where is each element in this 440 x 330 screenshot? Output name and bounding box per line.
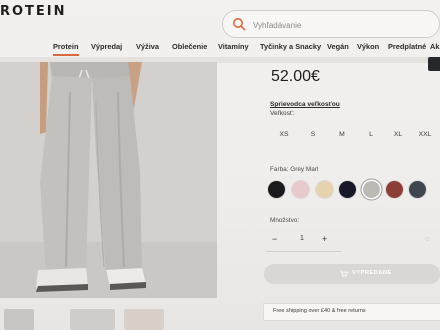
model-wearing-joggers-image [0, 62, 217, 298]
nav-item-bars-snacks[interactable]: Tyčinky a Snacky [260, 42, 321, 51]
size-option-xxl[interactable]: XXL [414, 128, 436, 142]
nav-item-sale[interactable]: Výpredaj [91, 42, 122, 51]
nav-item-protein[interactable]: Protein [53, 42, 78, 51]
swatch-rust[interactable] [386, 181, 403, 198]
quantity-decrease-button[interactable]: − [272, 233, 277, 245]
swatch-beige[interactable] [316, 181, 333, 198]
cart-icon [340, 270, 348, 278]
shipping-text: Free shipping over £40 & free returns [273, 308, 366, 314]
sold-out-button-label: VYPREDANÉ [352, 270, 392, 276]
color-label: Farba: Grey Marl [270, 166, 319, 173]
quantity-label: Množstvo: [270, 217, 300, 224]
swatch-black[interactable] [268, 181, 285, 198]
swatch-grey-marl[interactable] [363, 181, 380, 198]
thumbnail-2[interactable] [70, 309, 115, 330]
chat-widget[interactable] [428, 57, 440, 71]
nav-item-nutrition[interactable]: Výživa [136, 42, 159, 51]
nav-item-vitamins[interactable]: Vitamíny [218, 42, 249, 51]
thumbnail-1[interactable] [4, 309, 34, 330]
size-label: Veľkosť: [270, 110, 295, 117]
size-guide-link[interactable]: Sprievodca veľkosťou [270, 101, 340, 108]
search-input[interactable] [251, 15, 430, 35]
site-logo[interactable]: ROTEIN [0, 4, 67, 19]
sold-out-button[interactable]: VYPREDANÉ [264, 264, 440, 284]
nav-item-more[interactable]: Ak [430, 42, 439, 51]
search-bar[interactable] [222, 10, 440, 38]
thumbnail-3[interactable] [124, 309, 164, 330]
product-image[interactable] [0, 62, 217, 298]
swatch-pink[interactable] [292, 181, 309, 198]
nav-item-vegan[interactable]: Vegán [327, 42, 349, 51]
size-option-xs[interactable]: XS [273, 128, 295, 142]
size-option-m[interactable]: M [331, 128, 353, 142]
nav-item-clothing[interactable]: Oblečenie [172, 42, 207, 51]
nav-active-underline [53, 54, 79, 56]
size-option-l[interactable]: L [360, 128, 382, 142]
quantity-underline [266, 251, 341, 252]
size-option-xl[interactable]: XL [387, 128, 409, 142]
nav-item-performance[interactable]: Výkon [357, 42, 379, 51]
product-page: ROTEIN Protein Výpredaj Výživa Oblečenie… [0, 0, 440, 330]
quantity-increase-button[interactable]: + [322, 233, 327, 245]
product-price: 52.00€ [271, 68, 320, 85]
nav-item-subscription[interactable]: Predplatné [388, 42, 426, 51]
quantity-value[interactable]: 1 [297, 233, 307, 245]
shipping-banner: Free shipping over £40 & free returns [263, 303, 440, 321]
thumbnail-strip [0, 303, 217, 330]
info-icon: ◌ [425, 236, 430, 243]
search-icon[interactable] [231, 16, 247, 32]
swatch-slate[interactable] [409, 181, 426, 198]
size-option-s[interactable]: S [302, 128, 324, 142]
swatch-navy[interactable] [339, 181, 356, 198]
